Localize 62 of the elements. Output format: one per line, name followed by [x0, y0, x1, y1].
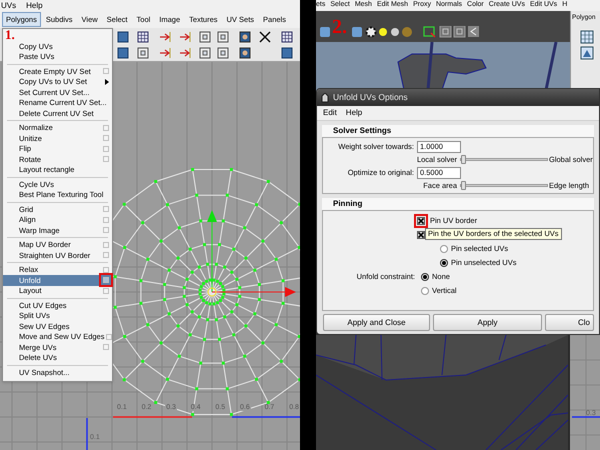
- arrow-icon: [179, 48, 190, 58]
- axis-line: [232, 416, 300, 418]
- frame-icon: [200, 48, 210, 58]
- radio-button[interactable]: [421, 273, 429, 281]
- frame-icon: [454, 26, 466, 38]
- arrow-icon: [159, 32, 170, 42]
- cross-icon: [259, 31, 271, 43]
- menu-item[interactable]: Help: [346, 107, 362, 119]
- step-number: 2.: [332, 17, 347, 37]
- frame-icon: [440, 26, 452, 38]
- up-arrow-icon: [207, 210, 217, 292]
- radio-button[interactable]: [421, 287, 429, 295]
- step-number: 1.: [5, 28, 15, 41]
- section-header: Solver Settings: [322, 125, 594, 137]
- menu-item[interactable]: Help: [26, 0, 43, 12]
- slider-thumb[interactable]: [461, 155, 466, 164]
- axis-line: [572, 416, 600, 418]
- selection-icon: [423, 26, 436, 38]
- square-icon: [118, 32, 128, 42]
- axis-line: [86, 418, 88, 450]
- checker-icon: [366, 26, 376, 38]
- share-icon: [468, 26, 479, 37]
- arrow-icon: [159, 48, 170, 58]
- menu-item[interactable]: UVs: [1, 0, 16, 12]
- pivot-icon: [208, 288, 216, 296]
- checkbox[interactable]: [414, 214, 428, 228]
- picture-icon: [240, 48, 250, 58]
- grid-icon: [138, 32, 148, 42]
- check-mark-icon: [418, 218, 424, 224]
- grid-icon: [580, 30, 594, 44]
- square-icon: [282, 48, 292, 58]
- light-icon: [391, 28, 399, 36]
- arrow-icon: [179, 32, 190, 42]
- dialog-button[interactable]: Apply: [433, 314, 542, 331]
- slider-thumb[interactable]: [461, 180, 466, 190]
- checkbox[interactable]: [414, 228, 428, 242]
- frame-icon: [218, 48, 228, 58]
- cube-icon: [320, 27, 330, 37]
- window-icon: [321, 92, 329, 102]
- option-box-icon[interactable]: [99, 273, 113, 288]
- light-icon: [379, 28, 387, 36]
- square-icon: [118, 48, 128, 58]
- check-mark-icon: [418, 232, 424, 238]
- menu-item[interactable]: Edit: [323, 107, 337, 119]
- submenu-arrow-icon: [105, 78, 109, 85]
- frame-icon: [218, 32, 228, 42]
- dialog-button[interactable]: Apply and Close: [323, 314, 430, 331]
- right-arrow-icon: [212, 287, 296, 297]
- radio-button[interactable]: [440, 245, 448, 253]
- slider-track[interactable]: [460, 158, 548, 162]
- slider-track[interactable]: [460, 184, 548, 187]
- picture-icon: [240, 32, 250, 42]
- frame-icon: [138, 48, 148, 58]
- dialog-button[interactable]: Clo: [545, 314, 594, 331]
- cube-icon: [352, 27, 362, 37]
- section-header: Pinning: [322, 198, 594, 210]
- frame-icon: [200, 32, 210, 42]
- uv-editor-icon: [580, 46, 594, 60]
- radio-button[interactable]: [440, 259, 448, 267]
- window-title: Unfold UVs Options: [333, 91, 408, 104]
- sphere-icon: [402, 27, 412, 37]
- grid-icon: [282, 32, 292, 42]
